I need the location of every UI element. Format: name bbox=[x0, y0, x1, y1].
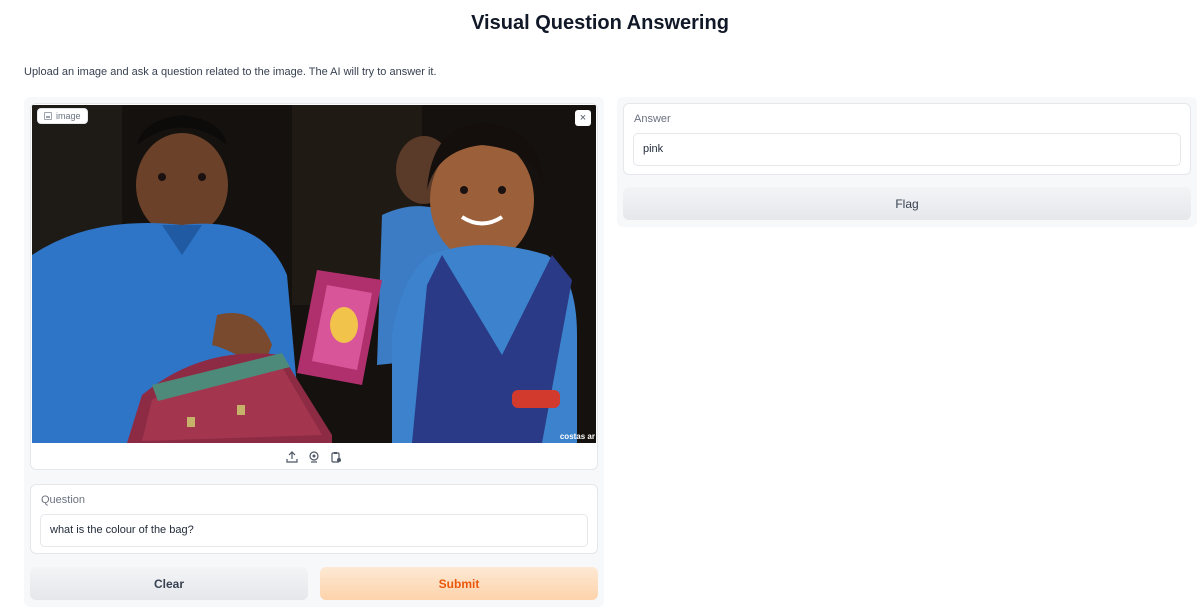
submit-button[interactable]: Submit bbox=[320, 567, 598, 600]
clipboard-icon[interactable] bbox=[329, 450, 343, 464]
clear-button[interactable]: Clear bbox=[30, 567, 308, 600]
page-title: Visual Question Answering bbox=[471, 12, 729, 34]
image-source-toolbar bbox=[31, 445, 597, 469]
image-watermark: costas ar bbox=[559, 432, 595, 441]
input-column: image × costas ar Question what is the c… bbox=[24, 97, 604, 607]
page-description: Upload an image and ask a question relat… bbox=[24, 66, 437, 78]
clear-image-button[interactable]: × bbox=[575, 110, 591, 126]
question-field: Question what is the colour of the bag? bbox=[30, 484, 598, 554]
image-input-label-text: image bbox=[56, 111, 81, 121]
webcam-icon[interactable] bbox=[307, 450, 321, 464]
image-icon bbox=[44, 112, 52, 120]
answer-field: Answer pink bbox=[623, 103, 1191, 175]
answer-label: Answer bbox=[634, 113, 671, 125]
output-column: Answer pink Flag bbox=[617, 97, 1197, 227]
question-label: Question bbox=[41, 494, 86, 506]
answer-output[interactable]: pink bbox=[633, 133, 1181, 166]
uploaded-image: image × costas ar bbox=[32, 105, 596, 443]
image-input[interactable]: image × costas ar bbox=[30, 103, 598, 470]
upload-icon[interactable] bbox=[285, 450, 299, 464]
image-input-label: image bbox=[37, 108, 88, 124]
question-input[interactable]: what is the colour of the bag? bbox=[40, 514, 588, 547]
flag-button[interactable]: Flag bbox=[623, 187, 1191, 220]
photo-children-illustration bbox=[32, 105, 596, 443]
